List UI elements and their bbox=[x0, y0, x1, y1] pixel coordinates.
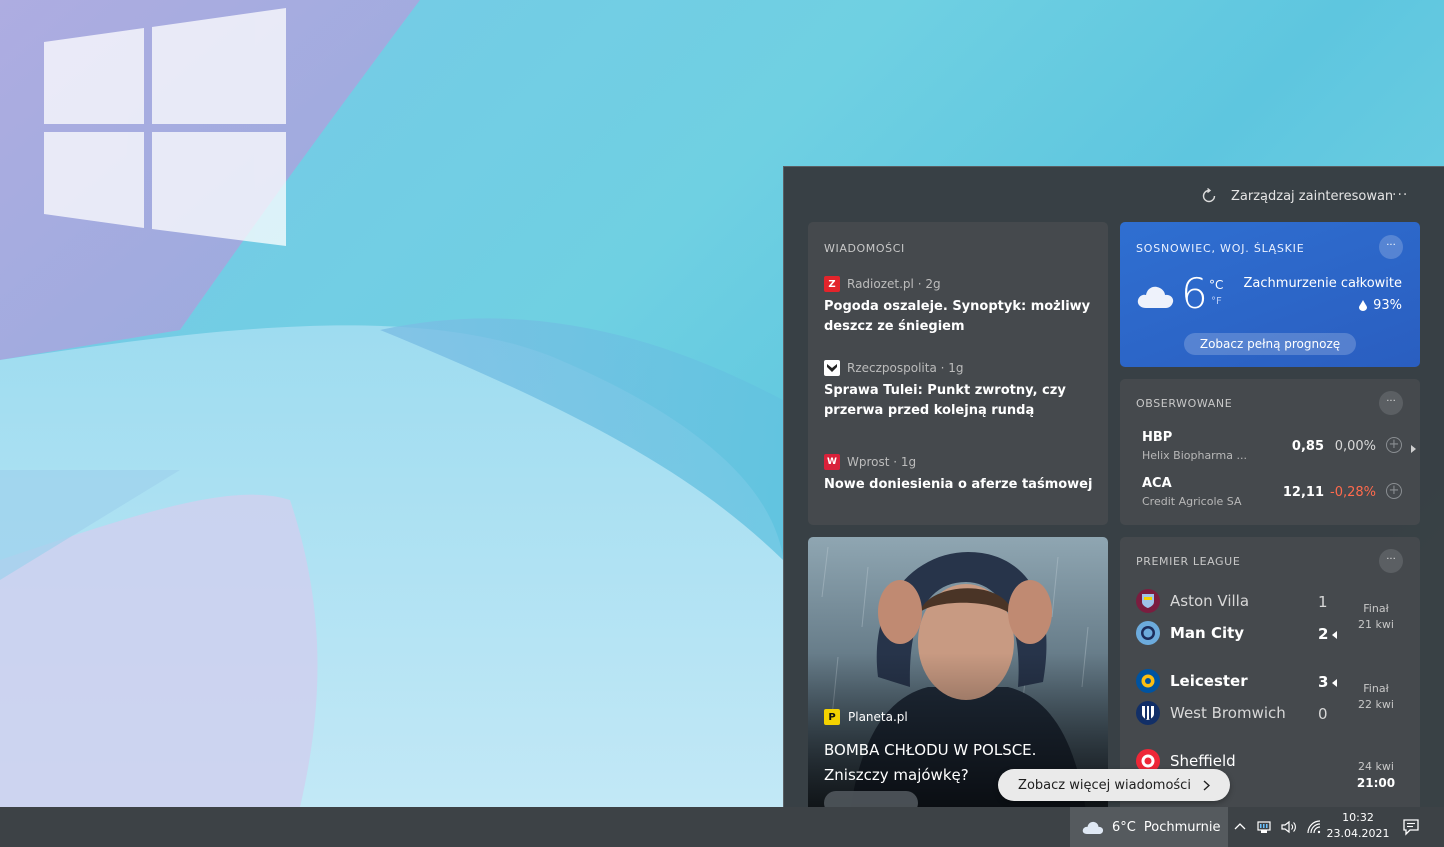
weather-temperature: 6 bbox=[1181, 269, 1208, 318]
stock-row[interactable]: HBP Helix Biopharma ... 0,85 0,00% + bbox=[1142, 430, 1412, 466]
team-name: Man City bbox=[1170, 624, 1245, 642]
match-date: 22 kwi bbox=[1358, 698, 1394, 711]
team-score: 3 bbox=[1318, 673, 1340, 691]
man-city-crest-icon bbox=[1136, 621, 1160, 645]
action-center-notification-icon[interactable] bbox=[1402, 818, 1420, 836]
cloud-icon bbox=[1082, 821, 1104, 834]
team-row[interactable]: West Bromwich bbox=[1136, 700, 1336, 726]
weather-location: SOSNOWIEC, WOJ. ŚLĄSKIE bbox=[1136, 242, 1305, 255]
news-headline[interactable]: Sprawa Tulei: Punkt zwrotny, czy przerwa… bbox=[824, 381, 1094, 421]
clock-date: 23.04.2021 bbox=[1326, 827, 1390, 840]
taskbar-weather-button[interactable]: 6°C Pochmurnie bbox=[1070, 807, 1228, 847]
news-item[interactable]: W Wprost · 1g Nowe doniesienia o aferze … bbox=[824, 454, 1094, 495]
team-row[interactable]: Man City bbox=[1136, 620, 1336, 646]
news-card: WIADOMOŚCI Z Radiozet.pl · 2g Pogoda osz… bbox=[808, 222, 1108, 525]
west-bromwich-crest-icon bbox=[1136, 701, 1160, 725]
team-name: Aston Villa bbox=[1170, 592, 1250, 610]
refresh-icon[interactable] bbox=[1200, 187, 1218, 205]
team-score: 2 bbox=[1318, 625, 1340, 643]
watchlist-title: OBSERWOWANE bbox=[1136, 397, 1233, 410]
chevron-right-icon bbox=[1203, 779, 1210, 791]
volume-icon[interactable] bbox=[1280, 819, 1298, 835]
stock-price: 12,11 bbox=[1282, 485, 1324, 500]
news-headline[interactable]: Pogoda oszaleje. Synoptyk: możliwy deszc… bbox=[824, 297, 1094, 337]
premier-league-card: PREMIER LEAGUE ··· Aston Villa 1 Man Cit… bbox=[1120, 537, 1420, 807]
stock-change: -0,28% bbox=[1330, 485, 1376, 500]
match-time: 21:00 bbox=[1356, 776, 1396, 790]
match-date: 24 kwi bbox=[1358, 760, 1394, 773]
add-stock-icon[interactable]: + bbox=[1386, 437, 1402, 453]
stock-price: 0,85 bbox=[1291, 439, 1324, 454]
match-status: 24 kwi 21:00 bbox=[1346, 759, 1406, 792]
news-source: Radiozet.pl · 2g bbox=[847, 277, 941, 291]
reactions-button[interactable] bbox=[824, 791, 918, 807]
news-source: Rzeczpospolita · 1g bbox=[847, 361, 964, 375]
wprost-logo-icon: W bbox=[824, 454, 840, 470]
taskbar: 6°C Pochmurnie 10:32 23.04.2021 bbox=[0, 807, 1444, 847]
watchlist-more-options-icon[interactable]: ··· bbox=[1379, 391, 1403, 415]
news-and-interests-panel: Zarządzaj zainteresowan ··· WIADOMOŚCI Z… bbox=[783, 166, 1444, 807]
raindrop-icon bbox=[1359, 300, 1368, 311]
manage-interests-button[interactable]: Zarządzaj zainteresowan bbox=[1231, 189, 1393, 204]
weather-more-options-icon[interactable]: ··· bbox=[1379, 235, 1403, 259]
leicester-crest-icon bbox=[1136, 669, 1160, 693]
show-hidden-icons-chevron-up-icon[interactable] bbox=[1234, 819, 1246, 835]
network-adapter-icon[interactable] bbox=[1256, 819, 1272, 835]
stock-name: Helix Biopharma ... bbox=[1142, 449, 1247, 462]
team-name: West Bromwich bbox=[1170, 704, 1286, 722]
team-row[interactable]: Leicester bbox=[1136, 668, 1336, 694]
match-status-label: Finał bbox=[1363, 682, 1389, 695]
full-forecast-button[interactable]: Zobacz pełną prognozę bbox=[1184, 333, 1356, 355]
news-source: Wprost · 1g bbox=[847, 455, 917, 469]
stock-row[interactable]: ACA Credit Agricole SA 12,11 -0,28% + bbox=[1142, 476, 1412, 512]
match-date: 21 kwi bbox=[1358, 618, 1394, 631]
news-headline[interactable]: Nowe doniesienia o aferze taśmowej bbox=[824, 475, 1094, 495]
wifi-icon[interactable] bbox=[1306, 819, 1322, 835]
planeta-logo-icon: P bbox=[824, 709, 840, 725]
add-stock-icon[interactable]: + bbox=[1386, 483, 1402, 499]
humidity-value: 93% bbox=[1373, 298, 1402, 313]
team-score: 1 bbox=[1318, 593, 1328, 611]
clock-time: 10:32 bbox=[1342, 811, 1374, 824]
news-item[interactable]: Z Radiozet.pl · 2g Pogoda oszaleje. Syno… bbox=[824, 276, 1094, 337]
weather-humidity: 93% bbox=[1359, 298, 1402, 313]
image-news-card[interactable]: P Planeta.pl BOMBA CHŁODU W POLSCE. Znis… bbox=[808, 537, 1108, 807]
weather-condition: Zachmurzenie całkowite bbox=[1243, 276, 1402, 291]
team-name: Leicester bbox=[1170, 672, 1248, 690]
see-more-news-button[interactable]: Zobacz więcej wiadomości bbox=[998, 769, 1230, 801]
cloud-icon bbox=[1137, 286, 1174, 308]
fahrenheit-unit-toggle[interactable]: °F bbox=[1211, 296, 1222, 307]
taskbar-weather-condition: Pochmurnie bbox=[1143, 819, 1221, 835]
news-item[interactable]: Rzeczpospolita · 1g Sprawa Tulei: Punkt … bbox=[824, 360, 1094, 421]
team-row[interactable]: Aston Villa bbox=[1136, 588, 1336, 614]
rzeczpospolita-logo-icon bbox=[824, 360, 840, 376]
next-arrow-icon[interactable] bbox=[1411, 445, 1416, 453]
radiozet-logo-icon: Z bbox=[824, 276, 840, 292]
image-news-source-name: Planeta.pl bbox=[848, 710, 908, 724]
stock-symbol: HBP bbox=[1142, 430, 1173, 445]
panel-more-options-icon[interactable]: ··· bbox=[1392, 187, 1408, 203]
team-score: 0 bbox=[1318, 705, 1328, 723]
team-name: Sheffield bbox=[1170, 752, 1236, 770]
match-status-label: Finał bbox=[1363, 602, 1389, 615]
taskbar-weather-temp: 6°C bbox=[1112, 819, 1136, 835]
news-card-title: WIADOMOŚCI bbox=[824, 242, 905, 255]
watchlist-card: OBSERWOWANE ··· HBP Helix Biopharma ... … bbox=[1120, 379, 1420, 525]
stock-change: 0,00% bbox=[1334, 439, 1376, 454]
celsius-unit-toggle[interactable]: °C bbox=[1209, 278, 1223, 292]
taskbar-clock[interactable]: 10:32 23.04.2021 bbox=[1326, 810, 1390, 842]
image-news-source: P Planeta.pl bbox=[824, 709, 908, 725]
match-status: Finał 21 kwi bbox=[1346, 601, 1406, 633]
league-title: PREMIER LEAGUE bbox=[1136, 555, 1241, 568]
match-status: Finał 22 kwi bbox=[1346, 681, 1406, 713]
weather-card[interactable]: SOSNOWIEC, WOJ. ŚLĄSKIE ··· 6 °C °F Zach… bbox=[1120, 222, 1420, 367]
stock-symbol: ACA bbox=[1142, 476, 1172, 491]
panel-header: Zarządzaj zainteresowan ··· bbox=[784, 167, 1444, 222]
see-more-news-label: Zobacz więcej wiadomości bbox=[1018, 777, 1191, 793]
stock-name: Credit Agricole SA bbox=[1142, 495, 1242, 508]
aston-villa-crest-icon bbox=[1136, 589, 1160, 613]
league-more-options-icon[interactable]: ··· bbox=[1379, 549, 1403, 573]
